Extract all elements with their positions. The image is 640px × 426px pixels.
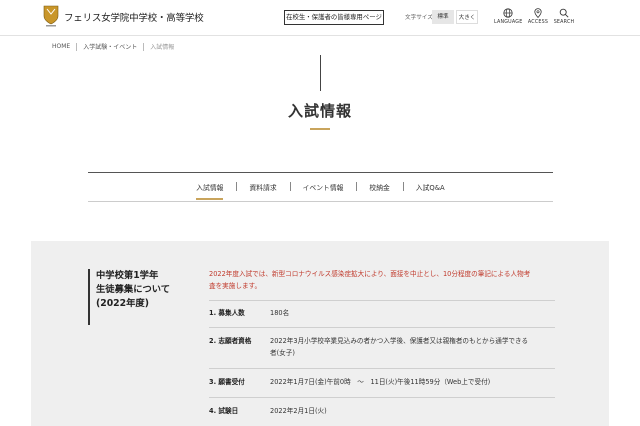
recruitment-heading-line: (2022年度) <box>96 298 149 309</box>
language-button[interactable]: LANGUAGE <box>494 8 522 25</box>
info-label: 3. 願書受付 <box>209 378 245 386</box>
font-size-large-button[interactable]: 大きく <box>456 10 478 24</box>
parents-page-link[interactable]: 在校生・保護者の皆様専用ページ <box>284 10 384 25</box>
recruitment-heading-line: 生徒募集について <box>96 284 171 295</box>
school-name: フェリス女学院中学校・高等学校 <box>64 12 204 24</box>
tabs-top-border <box>88 172 553 173</box>
tab-school-fees[interactable]: 校納金 <box>356 182 402 192</box>
tab-admission-qa[interactable]: 入試Q&A <box>402 182 458 192</box>
search-icon <box>559 8 569 18</box>
row-divider <box>209 397 555 398</box>
tab-admission-info[interactable]: 入試情報 <box>183 182 236 200</box>
breadcrumb: HOME 入学試験・イベント 入試情報 <box>52 42 174 51</box>
title-underline <box>310 128 330 130</box>
notice-line: 査を実施します。 <box>209 282 262 290</box>
covid-notice: 2022年度入試では、新型コロナウイルス感染症拡大により、面接を中止とし、10分… <box>209 268 554 292</box>
tab-event-info[interactable]: イベント情報 <box>289 182 357 192</box>
page-title: 入試情報 <box>287 102 352 120</box>
info-value: 2022年2月1日(火) <box>270 407 327 415</box>
globe-icon <box>503 8 513 18</box>
school-crest-icon <box>43 5 59 27</box>
row-divider <box>209 368 555 369</box>
info-value: 180名 <box>270 309 290 317</box>
row-divider <box>209 300 555 301</box>
info-label: 2. 志願者資格 <box>209 337 252 345</box>
breadcrumb-separator <box>76 42 78 51</box>
recruitment-heading-line: 中学校第1学年 <box>96 270 159 281</box>
site-logo[interactable]: フェリス女学院中学校・高等学校 <box>43 5 204 28</box>
search-label: SEARCH <box>553 20 575 25</box>
row-divider <box>209 327 555 328</box>
breadcrumb-current: 入試情報 <box>150 44 175 51</box>
font-size-label: 文字サイズ <box>405 15 433 21</box>
info-value: 2022年1月7日(金)午前0時 〜 11日(火)午後11時59分（Web上で受… <box>270 378 491 386</box>
info-row-capacity: 1. 募集人数 180名 <box>209 307 555 319</box>
info-value-line: 2022年3月小学校卒業見込みの者かつ入学後、保護者又は親権者のもとから通学でき… <box>270 337 529 345</box>
breadcrumb-section[interactable]: 入学試験・イベント <box>83 42 137 51</box>
info-label: 4. 試験日 <box>209 407 239 415</box>
info-value: 2022年3月小学校卒業見込みの者かつ入学後、保護者又は親権者のもとから通学でき… <box>270 335 555 359</box>
language-label: LANGUAGE <box>494 20 523 25</box>
search-button[interactable]: SEARCH <box>550 8 578 25</box>
access-label: ACCESS <box>527 20 549 25</box>
info-value-line: 者(女子) <box>270 349 295 357</box>
notice-line: 2022年度入試では、新型コロナウイルス感染症拡大により、面接を中止とし、10分… <box>209 270 531 278</box>
info-row-application: 3. 願書受付 2022年1月7日(金)午前0時 〜 11日(火)午後11時59… <box>209 376 555 388</box>
font-size-standard-button[interactable]: 標準 <box>432 10 454 24</box>
site-header: フェリス女学院中学校・高等学校 在校生・保護者の皆様専用ページ 文字サイズ 標準… <box>0 0 640 36</box>
section-tabs: 入試情報 資料請求 イベント情報 校納金 入試Q&A <box>88 182 553 200</box>
access-button[interactable]: ACCESS <box>524 8 552 25</box>
info-row-eligibility: 2. 志願者資格 2022年3月小学校卒業見込みの者かつ入学後、保護者又は親権者… <box>209 335 555 359</box>
info-label: 1. 募集人数 <box>209 309 245 317</box>
map-pin-icon <box>534 8 542 18</box>
recruitment-heading: 中学校第1学年 生徒募集について (2022年度) <box>88 269 190 325</box>
breadcrumb-separator <box>143 42 145 51</box>
info-row-exam-date: 4. 試験日 2022年2月1日(火) <box>209 405 555 417</box>
tab-request-materials[interactable]: 資料請求 <box>236 182 289 192</box>
tabs-bottom-border <box>88 201 553 202</box>
decorative-vertical-line <box>320 55 321 91</box>
breadcrumb-home[interactable]: HOME <box>52 43 70 50</box>
